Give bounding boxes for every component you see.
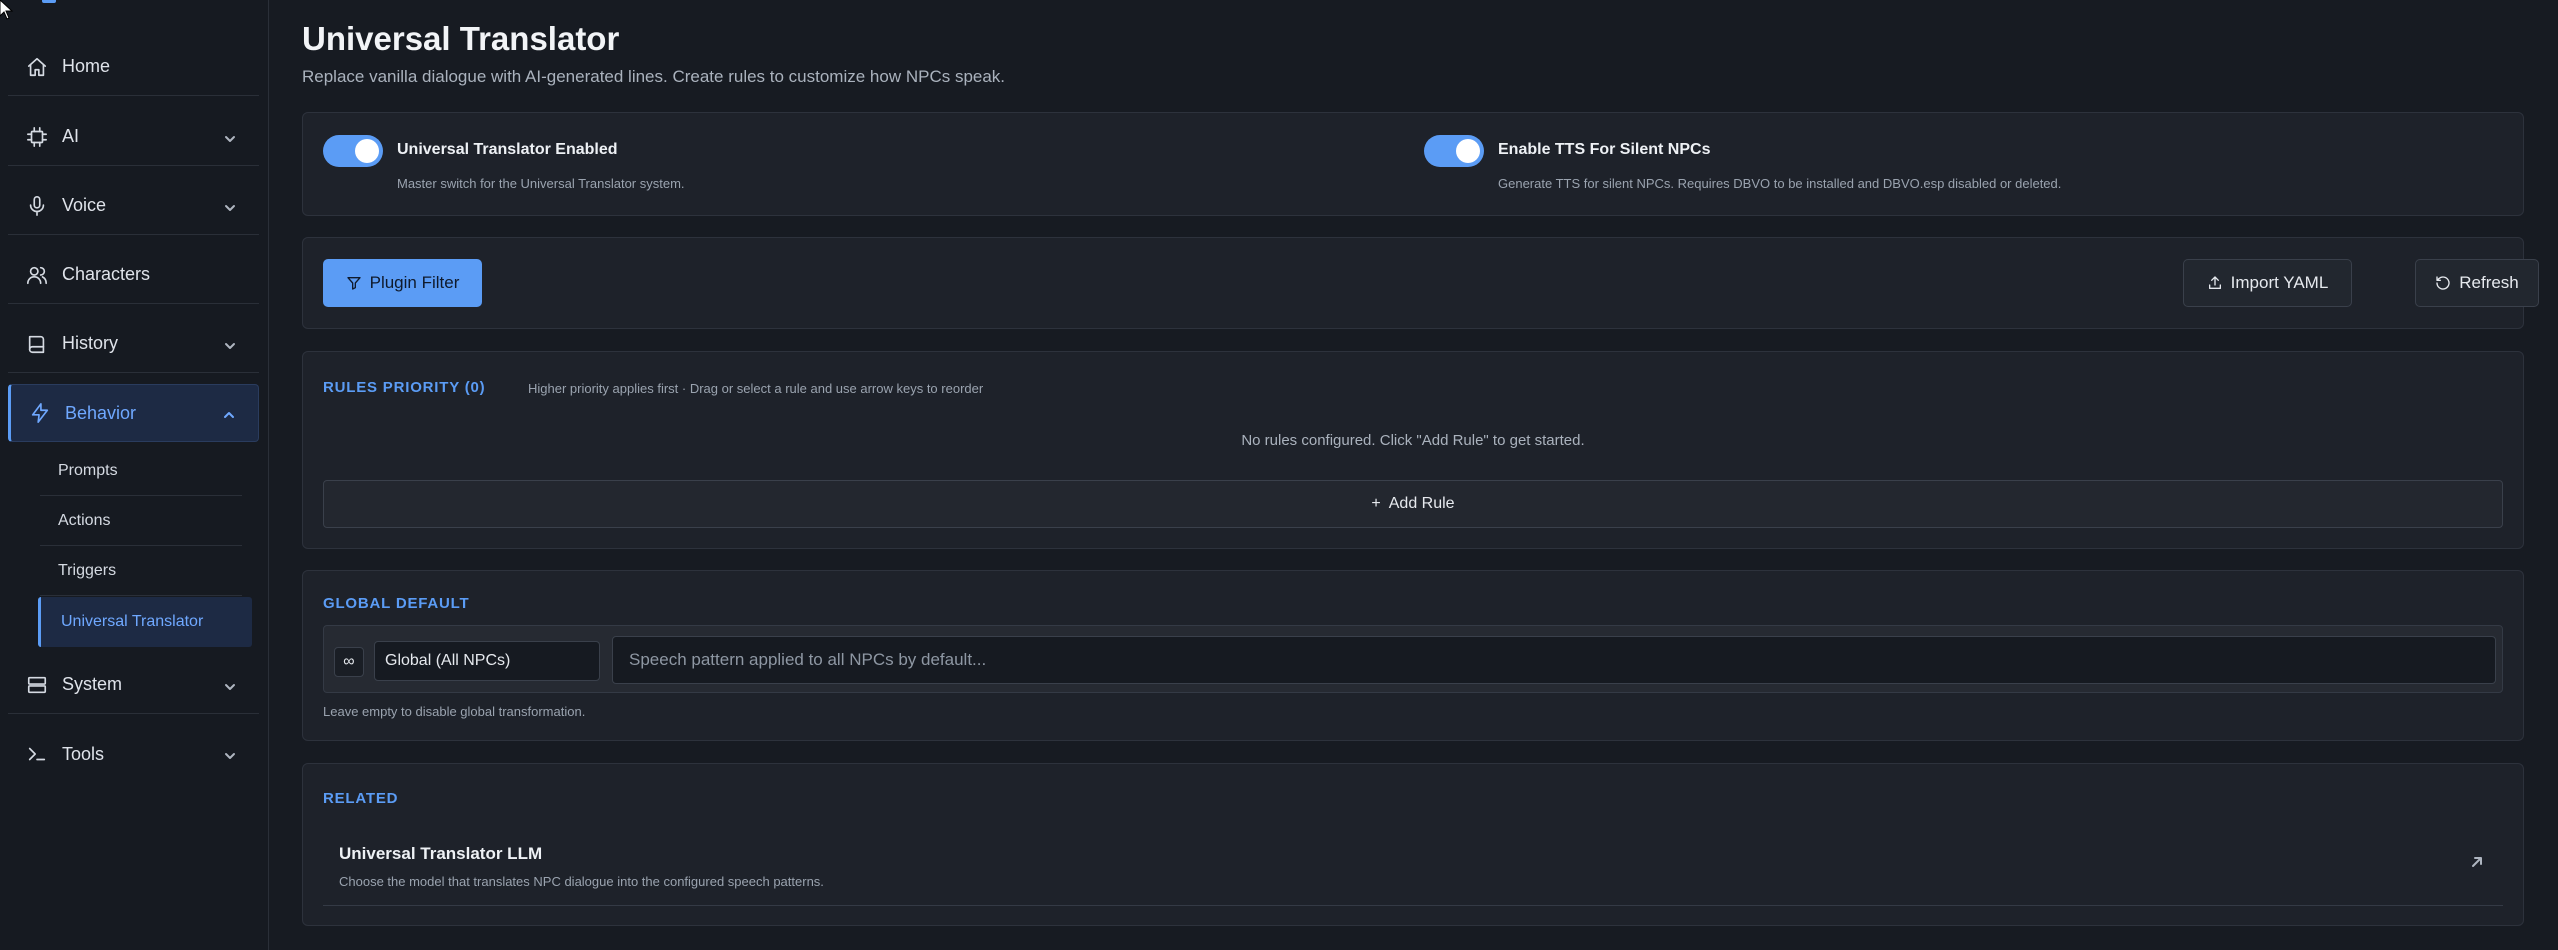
global-default-row: ∞ Global (All NPCs) bbox=[323, 625, 2503, 693]
logo bbox=[42, 0, 56, 3]
add-rule-button[interactable]: + Add Rule bbox=[323, 480, 2503, 528]
chevron-down-icon bbox=[223, 747, 237, 761]
chevron-up-icon bbox=[222, 406, 236, 420]
book-icon bbox=[26, 333, 48, 355]
rules-card: RULES PRIORITY (0) Higher priority appli… bbox=[302, 351, 2524, 549]
sidebar-item-history[interactable]: History bbox=[8, 315, 259, 373]
upload-icon bbox=[2208, 276, 2221, 289]
filter-icon bbox=[346, 277, 361, 290]
global-default-help: Leave empty to disable global transforma… bbox=[323, 704, 586, 719]
toggles-card: Universal Translator Enabled Master swit… bbox=[302, 112, 2524, 216]
sidebar-subitem-label: Actions bbox=[58, 511, 111, 529]
toolbar-card: Plugin Filter Import YAML Refresh bbox=[302, 237, 2539, 329]
server-icon bbox=[26, 674, 48, 696]
plugin-filter-button[interactable]: Plugin Filter bbox=[323, 259, 482, 307]
global-default-card: GLOBAL DEFAULT ∞ Global (All NPCs) Leave… bbox=[302, 570, 2524, 741]
chevron-down-icon bbox=[223, 199, 237, 213]
refresh-icon bbox=[2436, 276, 2450, 290]
sidebar-item-behavior[interactable]: Behavior bbox=[8, 384, 259, 442]
sidebar-item-label: Tools bbox=[62, 743, 105, 764]
rules-hint: Higher priority applies first · Drag or … bbox=[528, 381, 984, 396]
sidebar-item-label: Characters bbox=[62, 264, 151, 284]
mouse-cursor-icon bbox=[0, 0, 14, 20]
universal-translator-enabled-toggle[interactable] bbox=[323, 135, 383, 167]
sidebar-subitem-label: Triggers bbox=[58, 561, 117, 579]
sidebar-item-characters[interactable]: Characters bbox=[8, 246, 259, 304]
sidebar-item-label: Voice bbox=[62, 195, 107, 215]
rules-priority-heading: RULES PRIORITY (0) bbox=[323, 379, 486, 396]
toggle-label: Enable TTS For Silent NPCs bbox=[1498, 141, 1711, 158]
button-label: Plugin Filter bbox=[369, 273, 460, 292]
sidebar-subitem-actions[interactable]: Actions bbox=[40, 496, 242, 546]
terminal-icon bbox=[26, 743, 48, 765]
related-item-description: Choose the model that translates NPC dia… bbox=[339, 874, 824, 889]
cpu-icon bbox=[26, 126, 48, 148]
button-label: Refresh bbox=[2459, 273, 2519, 292]
sidebar-subitem-prompts[interactable]: Prompts bbox=[40, 446, 242, 496]
scope-select[interactable]: Global (All NPCs) bbox=[374, 641, 600, 681]
plus-icon: + bbox=[1371, 495, 1381, 512]
toggle-description: Master switch for the Universal Translat… bbox=[397, 176, 685, 191]
button-label: Import YAML bbox=[2230, 273, 2329, 292]
sidebar-item-system[interactable]: System bbox=[8, 656, 259, 714]
chevron-down-icon bbox=[223, 130, 237, 144]
related-card: RELATED Universal Translator LLM Choose … bbox=[302, 763, 2524, 926]
infinity-icon[interactable]: ∞ bbox=[334, 647, 364, 677]
toggle-description: Generate TTS for silent NPCs. Requires D… bbox=[1498, 176, 2062, 191]
button-label: Add Rule bbox=[1388, 495, 1455, 512]
sidebar-item-ai[interactable]: AI bbox=[8, 108, 259, 166]
sidebar-subitem-label: Universal Translator bbox=[61, 613, 204, 630]
chevron-down-icon bbox=[223, 337, 237, 351]
sidebar: Home AI Voice Characters History Behavio… bbox=[0, 0, 269, 950]
sidebar-subitem-universal-translator[interactable]: Universal Translator bbox=[38, 597, 252, 647]
global-default-heading: GLOBAL DEFAULT bbox=[323, 595, 470, 612]
external-link-icon bbox=[2469, 854, 2485, 870]
sidebar-item-voice[interactable]: Voice bbox=[8, 177, 259, 235]
sidebar-subitem-label: Prompts bbox=[58, 461, 118, 479]
toggle-label: Universal Translator Enabled bbox=[397, 141, 618, 158]
sidebar-item-tools[interactable]: Tools bbox=[8, 725, 259, 783]
microphone-icon bbox=[26, 195, 48, 217]
sidebar-item-label: AI bbox=[62, 126, 80, 146]
chevron-down-icon bbox=[223, 678, 237, 692]
sidebar-item-home[interactable]: Home bbox=[8, 38, 259, 96]
home-icon bbox=[26, 56, 48, 78]
import-yaml-button[interactable]: Import YAML bbox=[2183, 259, 2352, 307]
main-content: Universal Translator Replace vanilla dia… bbox=[269, 0, 2558, 950]
sidebar-item-label: Home bbox=[62, 56, 111, 76]
page-title: Universal Translator bbox=[302, 20, 620, 57]
users-icon bbox=[26, 264, 48, 286]
refresh-button[interactable]: Refresh bbox=[2415, 259, 2539, 307]
sidebar-item-label: History bbox=[62, 333, 119, 353]
page-subtitle: Replace vanilla dialogue with AI-generat… bbox=[302, 67, 1006, 86]
enable-tts-silent-npcs-toggle[interactable] bbox=[1424, 135, 1484, 167]
sidebar-item-label: Behavior bbox=[65, 402, 137, 423]
sidebar-subitem-triggers[interactable]: Triggers bbox=[40, 546, 242, 596]
related-item-title: Universal Translator LLM bbox=[339, 844, 543, 863]
rules-empty-message: No rules configured. Click "Add Rule" to… bbox=[1241, 432, 1585, 449]
related-heading: RELATED bbox=[323, 790, 399, 807]
sidebar-item-label: System bbox=[62, 674, 123, 694]
speech-pattern-input[interactable] bbox=[612, 636, 2496, 684]
related-item-universal-translator-llm[interactable]: Universal Translator LLM Choose the mode… bbox=[323, 832, 2503, 906]
lightning-icon bbox=[29, 402, 51, 424]
